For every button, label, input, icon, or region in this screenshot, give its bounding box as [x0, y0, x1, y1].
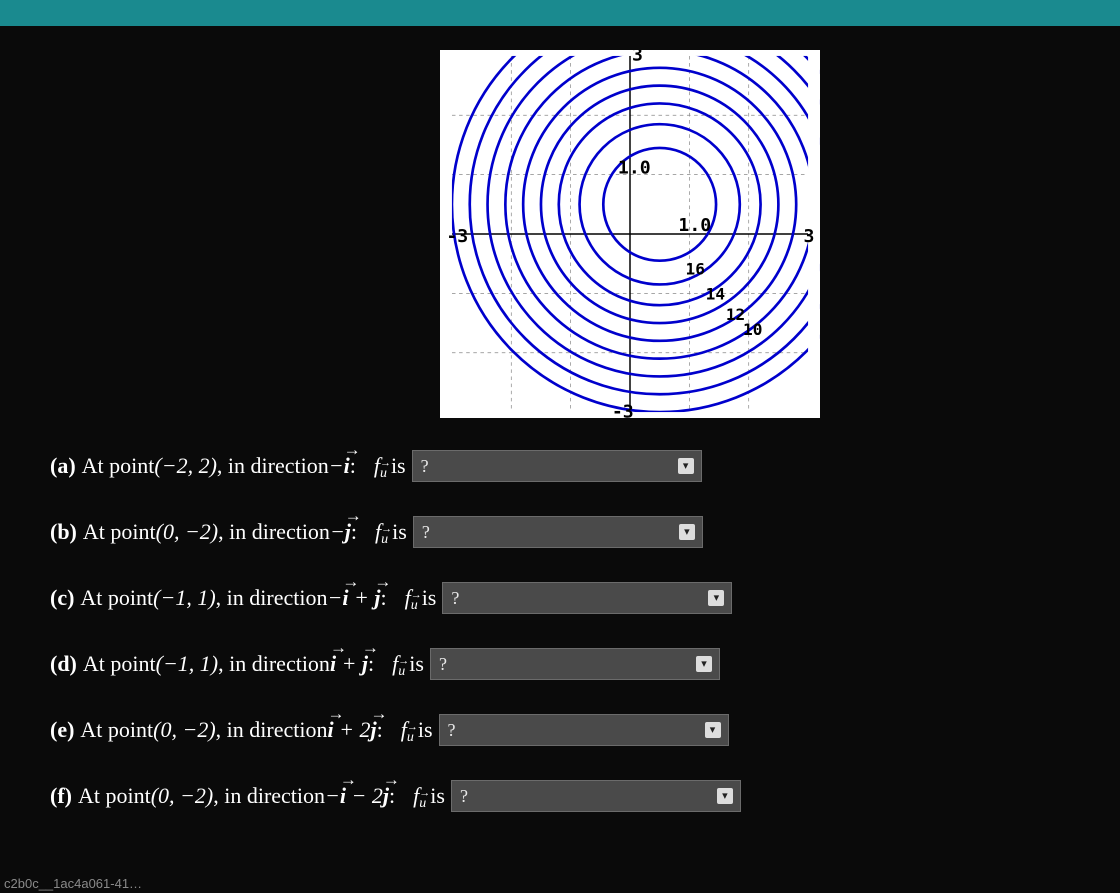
fu-b-block: f→u is ? ▾ — [375, 516, 703, 548]
direction-d: →i + →j — [330, 650, 368, 679]
contour-plot: -3 3 3 -3 1.0 1.0 16 14 12 10 — [440, 50, 820, 418]
question-list: (a) At point (−2, 2) , in direction −→i … — [50, 450, 1070, 812]
question-d-label: (d) — [50, 650, 77, 679]
answer-d-wrap: ? ▾ — [430, 648, 720, 680]
direction-f: −→i − 2→j — [325, 782, 389, 811]
direction-e: →i + 2→j — [327, 716, 376, 745]
contour-svg: -3 3 3 -3 1.0 1.0 16 14 12 10 — [440, 50, 820, 418]
figure-container: -3 3 3 -3 1.0 1.0 16 14 12 10 — [190, 26, 1070, 436]
question-d-text: (d) At point (−1, 1) , in direction →i +… — [50, 650, 374, 679]
direction-c: −→i + →j — [327, 584, 380, 613]
top-teal-bar — [0, 0, 1120, 26]
question-a: (a) At point (−2, 2) , in direction −→i … — [50, 450, 1070, 482]
answer-d-select[interactable]: ? — [430, 648, 720, 680]
answer-b-wrap: ? ▾ — [413, 516, 703, 548]
y-one-label: 1.0 — [618, 157, 651, 178]
point-f: (0, −2) — [151, 782, 214, 811]
level-14: 14 — [706, 285, 725, 304]
question-b-text: (b) At point (0, −2) , in direction −→j … — [50, 518, 357, 547]
answer-e-wrap: ? ▾ — [439, 714, 729, 746]
answer-c-wrap: ? ▾ — [442, 582, 732, 614]
x-min-label: -3 — [446, 226, 468, 247]
fu-a-block: f→u is ? ▾ — [374, 450, 702, 482]
question-e-label: (e) — [50, 716, 74, 745]
question-e: (e) At point (0, −2) , in direction →i +… — [50, 714, 1070, 746]
fu-c-block: f→u is ? ▾ — [405, 582, 733, 614]
answer-e-select[interactable]: ? — [439, 714, 729, 746]
question-f-text: (f) At point (0, −2) , in direction −→i … — [50, 782, 395, 811]
x-one-label: 1.0 — [678, 215, 711, 236]
point-c: (−1, 1) — [153, 584, 216, 613]
question-f: (f) At point (0, −2) , in direction −→i … — [50, 780, 1070, 812]
point-e: (0, −2) — [153, 716, 216, 745]
answer-a-select[interactable]: ? — [412, 450, 702, 482]
answer-a-wrap: ? ▾ — [412, 450, 702, 482]
point-d: (−1, 1) — [156, 650, 219, 679]
question-f-label: (f) — [50, 782, 72, 811]
question-c: (c) At point (−1, 1) , in direction −→i … — [50, 582, 1070, 614]
y-max-label: 3 — [632, 50, 643, 65]
question-e-text: (e) At point (0, −2) , in direction →i +… — [50, 716, 383, 745]
point-a: (−2, 2) — [154, 452, 217, 481]
answer-c-select[interactable]: ? — [442, 582, 732, 614]
fu-e-block: f→u is ? ▾ — [401, 714, 729, 746]
y-min-label: -3 — [612, 402, 634, 418]
question-a-label: (a) — [50, 452, 76, 481]
question-c-text: (c) At point (−1, 1) , in direction −→i … — [50, 584, 387, 613]
question-a-text: (a) At point (−2, 2) , in direction −→i … — [50, 452, 356, 481]
question-d: (d) At point (−1, 1) , in direction →i +… — [50, 648, 1070, 680]
x-max-label: 3 — [804, 226, 815, 247]
level-16: 16 — [685, 259, 704, 278]
direction-a: −→i — [329, 452, 350, 481]
fu-f-block: f→u is ? ▾ — [413, 780, 741, 812]
question-b-label: (b) — [50, 518, 77, 547]
content-area: -3 3 3 -3 1.0 1.0 16 14 12 10 — [0, 26, 1120, 812]
fu-d-block: f→u is ? ▾ — [392, 648, 720, 680]
answer-f-wrap: ? ▾ — [451, 780, 741, 812]
level-10: 10 — [743, 320, 762, 339]
question-c-label: (c) — [50, 584, 74, 613]
question-b: (b) At point (0, −2) , in direction −→j … — [50, 516, 1070, 548]
answer-b-select[interactable]: ? — [413, 516, 703, 548]
point-b: (0, −2) — [156, 518, 219, 547]
answer-f-select[interactable]: ? — [451, 780, 741, 812]
direction-b: −→j — [330, 518, 351, 547]
footer-id-text: c2b0c__1ac4a061-41… — [0, 874, 146, 893]
